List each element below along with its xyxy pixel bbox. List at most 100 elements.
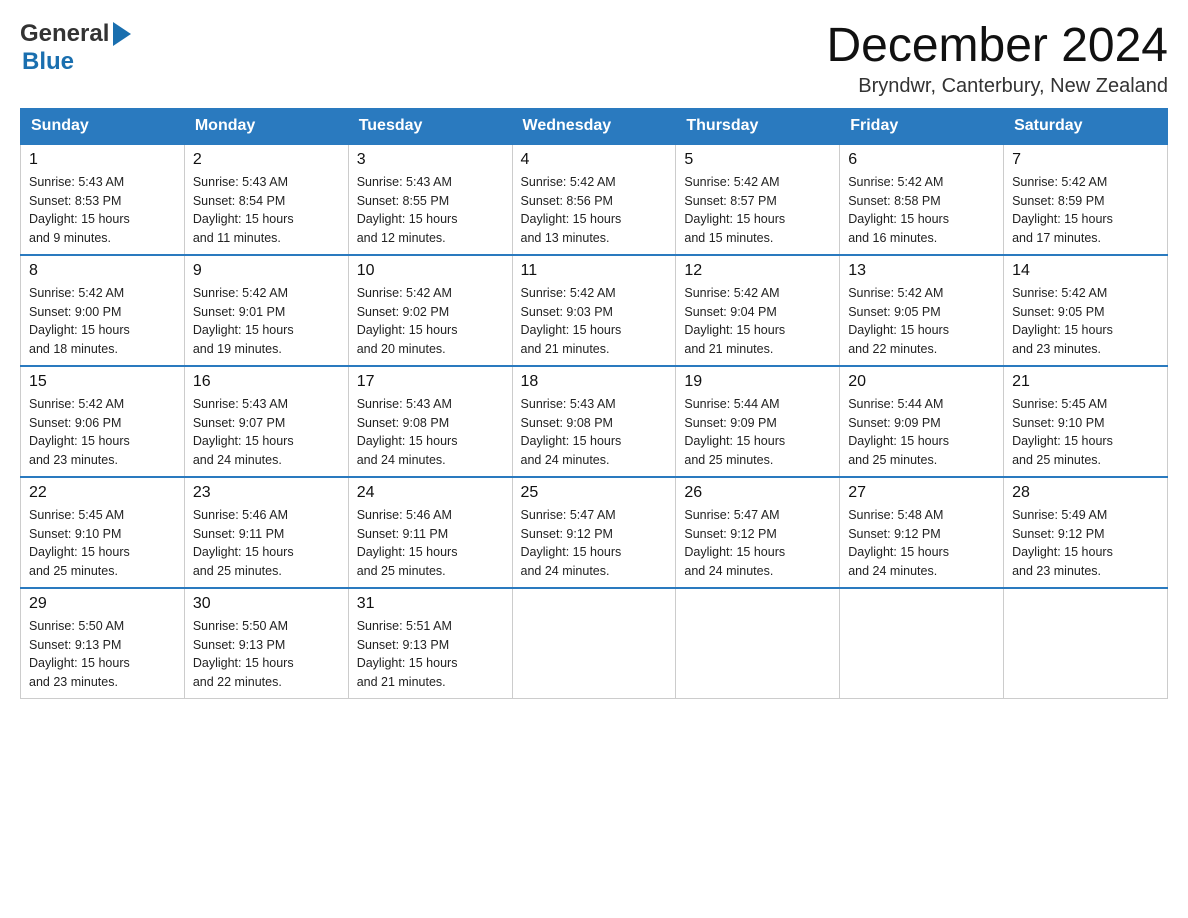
day-number: 15 (29, 373, 176, 391)
day-number: 6 (848, 151, 995, 169)
day-info: Sunrise: 5:47 AMSunset: 9:12 PMDaylight:… (684, 508, 785, 578)
day-number: 2 (193, 151, 340, 169)
calendar-cell: 9 Sunrise: 5:42 AMSunset: 9:01 PMDayligh… (184, 255, 348, 366)
day-info: Sunrise: 5:46 AMSunset: 9:11 PMDaylight:… (357, 508, 458, 578)
day-number: 7 (1012, 151, 1159, 169)
calendar-cell: 7 Sunrise: 5:42 AMSunset: 8:59 PMDayligh… (1004, 144, 1168, 255)
day-number: 29 (29, 595, 176, 613)
calendar-cell: 8 Sunrise: 5:42 AMSunset: 9:00 PMDayligh… (21, 255, 185, 366)
day-info: Sunrise: 5:45 AMSunset: 9:10 PMDaylight:… (29, 508, 130, 578)
calendar-cell: 16 Sunrise: 5:43 AMSunset: 9:07 PMDaylig… (184, 366, 348, 477)
col-wednesday: Wednesday (512, 108, 676, 144)
location: Bryndwr, Canterbury, New Zealand (826, 75, 1168, 98)
day-info: Sunrise: 5:42 AMSunset: 9:01 PMDaylight:… (193, 286, 294, 356)
col-friday: Friday (840, 108, 1004, 144)
calendar-cell: 15 Sunrise: 5:42 AMSunset: 9:06 PMDaylig… (21, 366, 185, 477)
calendar-cell: 13 Sunrise: 5:42 AMSunset: 9:05 PMDaylig… (840, 255, 1004, 366)
day-number: 21 (1012, 373, 1159, 391)
logo: General Blue (20, 20, 131, 76)
day-info: Sunrise: 5:42 AMSunset: 9:03 PMDaylight:… (521, 286, 622, 356)
day-info: Sunrise: 5:44 AMSunset: 9:09 PMDaylight:… (848, 397, 949, 467)
day-number: 23 (193, 484, 340, 502)
day-number: 18 (521, 373, 668, 391)
day-number: 26 (684, 484, 831, 502)
day-info: Sunrise: 5:42 AMSunset: 9:05 PMDaylight:… (1012, 286, 1113, 356)
day-number: 4 (521, 151, 668, 169)
day-info: Sunrise: 5:43 AMSunset: 9:08 PMDaylight:… (521, 397, 622, 467)
calendar-cell: 2 Sunrise: 5:43 AMSunset: 8:54 PMDayligh… (184, 144, 348, 255)
day-info: Sunrise: 5:43 AMSunset: 8:54 PMDaylight:… (193, 175, 294, 245)
day-info: Sunrise: 5:43 AMSunset: 9:08 PMDaylight:… (357, 397, 458, 467)
day-number: 8 (29, 262, 176, 280)
calendar-cell (1004, 588, 1168, 699)
logo-triangle-icon (113, 22, 131, 46)
day-info: Sunrise: 5:43 AMSunset: 8:53 PMDaylight:… (29, 175, 130, 245)
month-title: December 2024 (826, 20, 1168, 73)
day-info: Sunrise: 5:42 AMSunset: 9:04 PMDaylight:… (684, 286, 785, 356)
day-info: Sunrise: 5:42 AMSunset: 9:05 PMDaylight:… (848, 286, 949, 356)
calendar-cell: 25 Sunrise: 5:47 AMSunset: 9:12 PMDaylig… (512, 477, 676, 588)
calendar-cell: 29 Sunrise: 5:50 AMSunset: 9:13 PMDaylig… (21, 588, 185, 699)
day-number: 3 (357, 151, 504, 169)
calendar-cell: 1 Sunrise: 5:43 AMSunset: 8:53 PMDayligh… (21, 144, 185, 255)
day-info: Sunrise: 5:44 AMSunset: 9:09 PMDaylight:… (684, 397, 785, 467)
page-header: General Blue December 2024 Bryndwr, Cant… (20, 20, 1168, 98)
title-block: December 2024 Bryndwr, Canterbury, New Z… (826, 20, 1168, 98)
calendar-cell: 31 Sunrise: 5:51 AMSunset: 9:13 PMDaylig… (348, 588, 512, 699)
col-sunday: Sunday (21, 108, 185, 144)
logo-general-text: General (20, 20, 109, 48)
day-info: Sunrise: 5:42 AMSunset: 9:02 PMDaylight:… (357, 286, 458, 356)
day-info: Sunrise: 5:42 AMSunset: 8:59 PMDaylight:… (1012, 175, 1113, 245)
calendar-header-row: Sunday Monday Tuesday Wednesday Thursday… (21, 108, 1168, 144)
calendar-week-2: 8 Sunrise: 5:42 AMSunset: 9:00 PMDayligh… (21, 255, 1168, 366)
calendar-cell: 12 Sunrise: 5:42 AMSunset: 9:04 PMDaylig… (676, 255, 840, 366)
day-info: Sunrise: 5:51 AMSunset: 9:13 PMDaylight:… (357, 619, 458, 689)
day-info: Sunrise: 5:49 AMSunset: 9:12 PMDaylight:… (1012, 508, 1113, 578)
col-monday: Monday (184, 108, 348, 144)
day-number: 28 (1012, 484, 1159, 502)
day-number: 9 (193, 262, 340, 280)
day-number: 16 (193, 373, 340, 391)
day-info: Sunrise: 5:42 AMSunset: 8:58 PMDaylight:… (848, 175, 949, 245)
calendar-cell: 4 Sunrise: 5:42 AMSunset: 8:56 PMDayligh… (512, 144, 676, 255)
calendar-cell (676, 588, 840, 699)
day-info: Sunrise: 5:42 AMSunset: 8:56 PMDaylight:… (521, 175, 622, 245)
calendar-week-1: 1 Sunrise: 5:43 AMSunset: 8:53 PMDayligh… (21, 144, 1168, 255)
calendar-cell: 26 Sunrise: 5:47 AMSunset: 9:12 PMDaylig… (676, 477, 840, 588)
day-number: 31 (357, 595, 504, 613)
day-info: Sunrise: 5:42 AMSunset: 8:57 PMDaylight:… (684, 175, 785, 245)
calendar-cell: 3 Sunrise: 5:43 AMSunset: 8:55 PMDayligh… (348, 144, 512, 255)
day-info: Sunrise: 5:43 AMSunset: 9:07 PMDaylight:… (193, 397, 294, 467)
calendar-week-3: 15 Sunrise: 5:42 AMSunset: 9:06 PMDaylig… (21, 366, 1168, 477)
day-info: Sunrise: 5:42 AMSunset: 9:00 PMDaylight:… (29, 286, 130, 356)
day-number: 20 (848, 373, 995, 391)
calendar-cell: 14 Sunrise: 5:42 AMSunset: 9:05 PMDaylig… (1004, 255, 1168, 366)
day-number: 27 (848, 484, 995, 502)
day-info: Sunrise: 5:50 AMSunset: 9:13 PMDaylight:… (193, 619, 294, 689)
calendar-cell: 20 Sunrise: 5:44 AMSunset: 9:09 PMDaylig… (840, 366, 1004, 477)
day-number: 19 (684, 373, 831, 391)
calendar-cell: 27 Sunrise: 5:48 AMSunset: 9:12 PMDaylig… (840, 477, 1004, 588)
day-number: 22 (29, 484, 176, 502)
day-number: 30 (193, 595, 340, 613)
calendar-cell: 17 Sunrise: 5:43 AMSunset: 9:08 PMDaylig… (348, 366, 512, 477)
col-saturday: Saturday (1004, 108, 1168, 144)
day-info: Sunrise: 5:42 AMSunset: 9:06 PMDaylight:… (29, 397, 130, 467)
calendar-cell: 21 Sunrise: 5:45 AMSunset: 9:10 PMDaylig… (1004, 366, 1168, 477)
day-info: Sunrise: 5:47 AMSunset: 9:12 PMDaylight:… (521, 508, 622, 578)
col-thursday: Thursday (676, 108, 840, 144)
calendar-cell: 18 Sunrise: 5:43 AMSunset: 9:08 PMDaylig… (512, 366, 676, 477)
day-number: 14 (1012, 262, 1159, 280)
calendar-cell: 5 Sunrise: 5:42 AMSunset: 8:57 PMDayligh… (676, 144, 840, 255)
calendar-cell: 6 Sunrise: 5:42 AMSunset: 8:58 PMDayligh… (840, 144, 1004, 255)
day-number: 1 (29, 151, 176, 169)
day-number: 5 (684, 151, 831, 169)
calendar-cell: 30 Sunrise: 5:50 AMSunset: 9:13 PMDaylig… (184, 588, 348, 699)
col-tuesday: Tuesday (348, 108, 512, 144)
calendar-cell: 24 Sunrise: 5:46 AMSunset: 9:11 PMDaylig… (348, 477, 512, 588)
calendar-cell: 10 Sunrise: 5:42 AMSunset: 9:02 PMDaylig… (348, 255, 512, 366)
logo-blue-text: Blue (22, 48, 74, 76)
day-info: Sunrise: 5:50 AMSunset: 9:13 PMDaylight:… (29, 619, 130, 689)
calendar-table: Sunday Monday Tuesday Wednesday Thursday… (20, 108, 1168, 699)
calendar-week-5: 29 Sunrise: 5:50 AMSunset: 9:13 PMDaylig… (21, 588, 1168, 699)
